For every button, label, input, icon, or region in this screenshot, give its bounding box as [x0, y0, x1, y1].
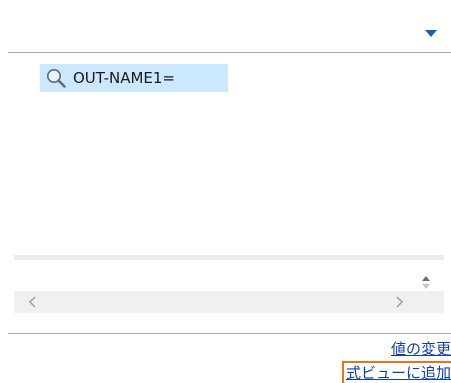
scroll-up-arrow-icon[interactable]	[419, 272, 433, 292]
dropdown-arrow-icon[interactable]	[424, 28, 438, 38]
horizontal-scrollbar[interactable]	[14, 291, 444, 313]
search-icon	[47, 69, 66, 88]
scroll-right-arrow-icon[interactable]	[394, 296, 404, 308]
scroll-left-arrow-icon[interactable]	[28, 296, 38, 308]
search-result-label: OUT-NAME1=	[73, 69, 175, 87]
add-to-watch-link[interactable]: 式ビューに追加	[342, 361, 451, 383]
search-result-item[interactable]: OUT-NAME1=	[40, 64, 228, 92]
bottom-divider	[8, 333, 451, 334]
top-divider	[8, 52, 451, 53]
pane-splitter[interactable]	[14, 255, 444, 260]
change-value-link[interactable]: 値の変更	[391, 339, 451, 359]
